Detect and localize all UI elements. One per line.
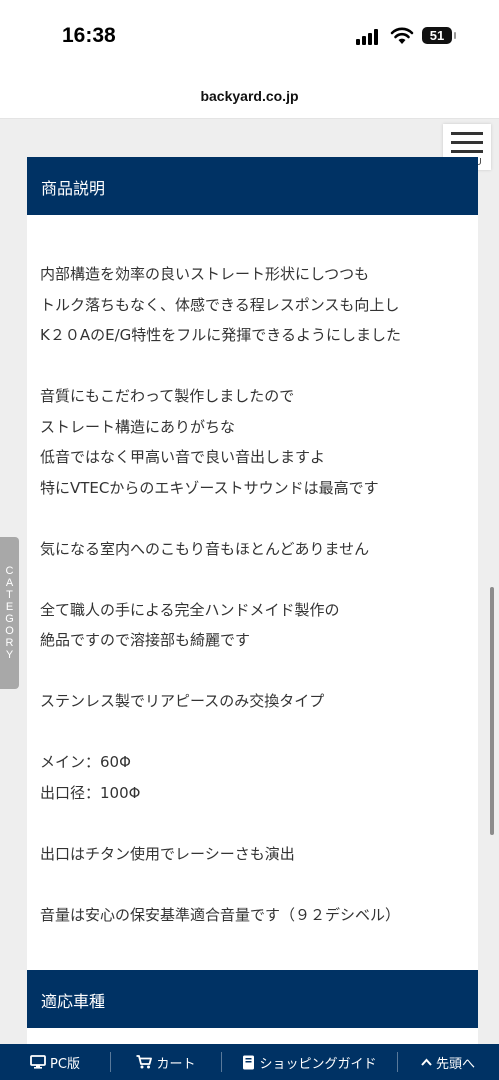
description-line: K２０AのE/G特性をフルに発揮できるようにしました bbox=[40, 326, 401, 344]
monitor-icon bbox=[30, 1055, 46, 1069]
status-bar: 16:38 51 bbox=[0, 0, 499, 72]
description-paragraph: メイン：60Φ 出口径：100Φ bbox=[40, 747, 470, 808]
product-description: 内部構造を効率の良いストレート形状にしつつも トルク落ちもなく、体感できる程レス… bbox=[40, 259, 470, 930]
nav-cart-label: カート bbox=[156, 1056, 196, 1072]
category-label: CATEGORY bbox=[3, 565, 16, 661]
hamburger-icon-line bbox=[451, 141, 483, 144]
status-time: 16:38 bbox=[62, 24, 116, 47]
description-line: 出口はチタン使用でレーシーさも演出 bbox=[40, 844, 295, 863]
battery-icon: 51 bbox=[422, 27, 452, 44]
cellular-signal-icon bbox=[356, 29, 383, 45]
bottom-nav: PC版 カート ショッピングガイド 先頭へ bbox=[0, 1044, 499, 1080]
nav-guide-label: ショッピングガイド bbox=[259, 1056, 377, 1072]
battery-tip bbox=[454, 32, 456, 39]
nav-pc-label: PC版 bbox=[50, 1056, 80, 1072]
cart-icon bbox=[136, 1055, 153, 1069]
section-header-description: 商品説明 bbox=[27, 157, 478, 215]
nav-pc-version[interactable]: PC版 bbox=[0, 1044, 110, 1080]
hamburger-icon-line bbox=[451, 150, 483, 153]
section-header-vehicles: 適応車種 bbox=[27, 970, 478, 1028]
section-title-description: 商品説明 bbox=[41, 179, 106, 198]
nav-back-to-top[interactable]: 先頭へ bbox=[398, 1044, 498, 1080]
description-paragraph: 気になる室内へのこもり音もほとんどありません bbox=[40, 534, 470, 565]
nav-shopping-guide[interactable]: ショッピングガイド bbox=[222, 1044, 397, 1080]
chevron-up-icon bbox=[421, 1058, 432, 1066]
scrollbar-thumb[interactable] bbox=[490, 587, 494, 835]
wifi-icon bbox=[390, 27, 414, 44]
section-title-vehicles: 適応車種 bbox=[41, 992, 106, 1011]
description-paragraph: 音量は安心の保安基準適合音量です（９２デシベル） bbox=[40, 900, 470, 931]
description-line: ステンレス製でリアピースのみ交換タイプ bbox=[40, 692, 325, 710]
description-line: 音質にもこだわって製作しましたので bbox=[40, 387, 295, 405]
description-line: 出口径：100Φ bbox=[40, 783, 141, 802]
description-line: トルク落ちもなく、体感できる程レスポンスも向上し bbox=[40, 295, 400, 314]
description-line: 特にVTECからのエキゾーストサウンドは最高です bbox=[40, 478, 379, 497]
book-icon bbox=[243, 1055, 255, 1069]
description-line: 内部構造を効率の良いストレート形状にしつつも bbox=[40, 265, 370, 283]
description-line: 低音ではなく甲高い音で良い音出しますよ bbox=[40, 448, 326, 466]
description-line: メイン：60Φ bbox=[40, 753, 131, 771]
description-line: 全て職人の手による完全ハンドメイド製作の bbox=[40, 600, 340, 619]
product-content-card: 商品説明 内部構造を効率の良いストレート形状にしつつも トルク落ちもなく、体感で… bbox=[27, 157, 478, 1057]
browser-url-bar[interactable]: backyard.co.jp bbox=[0, 72, 499, 119]
nav-top-label: 先頭へ bbox=[435, 1056, 475, 1072]
description-line: ストレート構造にありがちな bbox=[40, 417, 236, 436]
description-paragraph: 内部構造を効率の良いストレート形状にしつつも トルク落ちもなく、体感できる程レス… bbox=[40, 259, 470, 351]
description-line: 音量は安心の保安基準適合音量です（９２デシベル） bbox=[40, 905, 401, 924]
nav-cart[interactable]: カート bbox=[111, 1044, 221, 1080]
description-line: 気になる室内へのこもり音もほとんどありません bbox=[40, 539, 370, 558]
url-text[interactable]: backyard.co.jp bbox=[200, 88, 298, 104]
hamburger-icon bbox=[451, 132, 483, 135]
description-paragraph: 出口はチタン使用でレーシーさも演出 bbox=[40, 839, 470, 870]
description-line: 絶品ですので溶接部も綺麗です bbox=[40, 631, 251, 649]
description-paragraph: ステンレス製でリアピースのみ交換タイプ bbox=[40, 686, 470, 717]
category-side-tab[interactable]: CATEGORY bbox=[0, 537, 19, 689]
description-paragraph: 全て職人の手による完全ハンドメイド製作の 絶品ですので溶接部も綺麗です bbox=[40, 595, 470, 656]
description-paragraph: 音質にもこだわって製作しましたので ストレート構造にありがちな 低音ではなく甲高… bbox=[40, 381, 470, 503]
